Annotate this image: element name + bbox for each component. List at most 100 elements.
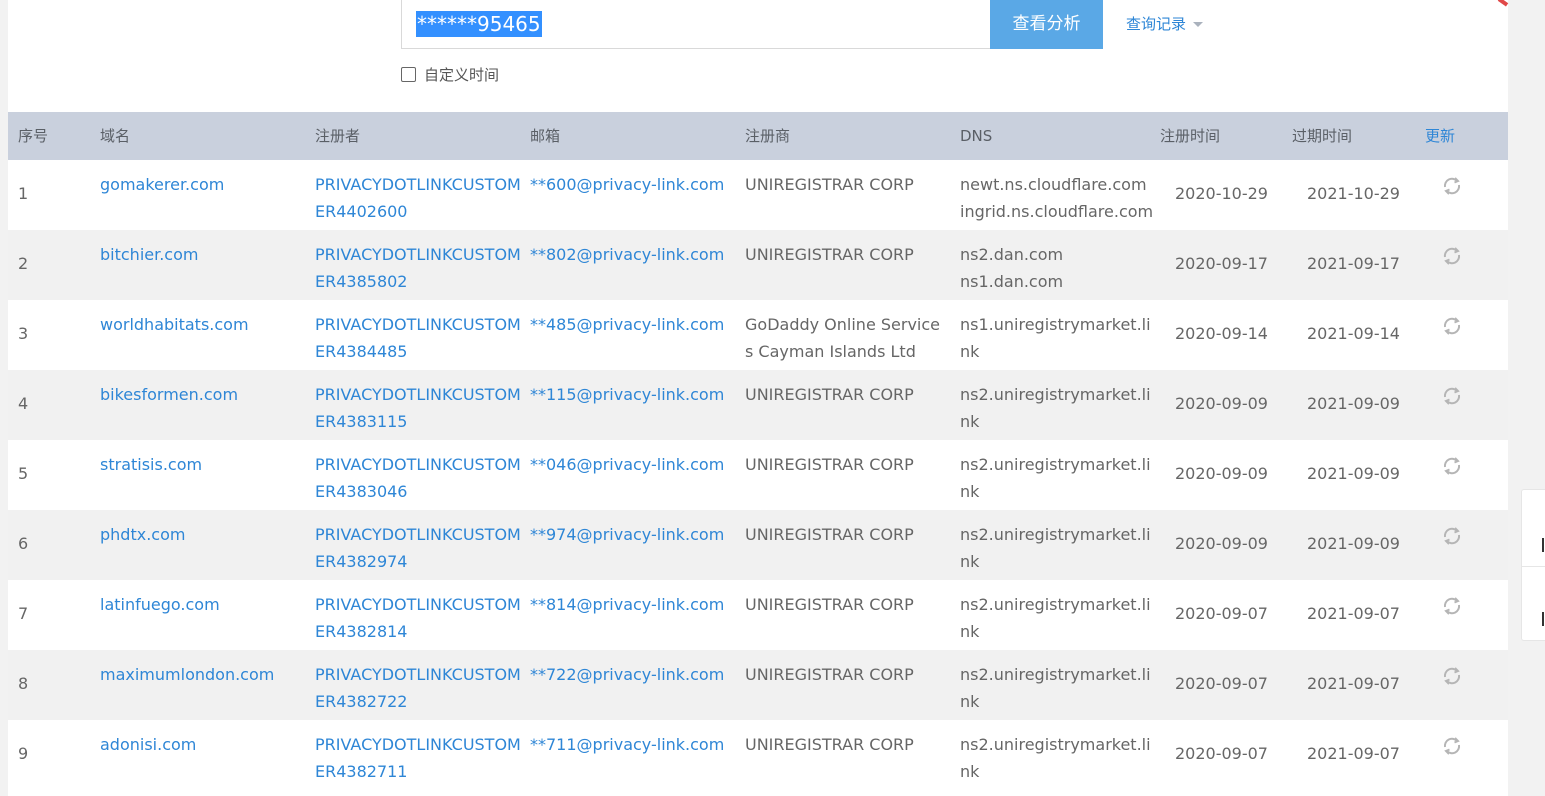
domain-link[interactable]: bitchier.com [100, 241, 198, 268]
row-index: 9 [18, 744, 29, 763]
dns-list: ns1.uniregistrymarket.link [960, 311, 1160, 365]
domain-link[interactable]: worldhabitats.com [100, 311, 249, 338]
row-index: 2 [18, 254, 29, 273]
side-tab-glyph-bottom [1542, 612, 1544, 626]
registrant-link[interactable]: PRIVACYDOTLINKCUSTOMER4382974 [315, 521, 525, 575]
created-date: 2020-09-09 [1175, 534, 1268, 553]
created-date: 2020-10-29 [1175, 184, 1268, 203]
dns-server: ns2.dan.com [960, 245, 1064, 264]
registrant-link[interactable]: PRIVACYDOTLINKCUSTOMER4382711 [315, 731, 525, 785]
custom-time-label: 自定义时间 [424, 66, 500, 84]
search-input-value[interactable]: ******95465 [416, 11, 542, 37]
registrant-link[interactable]: PRIVACYDOTLINKCUSTOMER4383046 [315, 451, 525, 505]
caret-down-icon[interactable] [1192, 22, 1203, 27]
refresh-icon[interactable] [1440, 244, 1464, 268]
refresh-icon[interactable] [1440, 664, 1464, 688]
row-index: 5 [18, 464, 29, 483]
dns-server: ns2.uniregistrymarket.link [960, 385, 1151, 431]
email-link[interactable]: **974@privacy-link.com [530, 521, 724, 548]
refresh-icon[interactable] [1440, 174, 1464, 198]
table-row: 5 stratisis.com PRIVACYDOTLINKCUSTOMER4383… [8, 440, 1508, 510]
row-index: 7 [18, 604, 29, 623]
dns-server: ns2.uniregistrymarket.link [960, 665, 1151, 711]
table-row: 8 maximumlondon.com PRIVACYDOTLINKCUSTOMER… [8, 650, 1508, 720]
table-header: 序号 域名 注册者 邮箱 注册商 DNS 注册时间 过期时间 更新 [8, 112, 1508, 160]
domain-link[interactable]: maximumlondon.com [100, 661, 274, 688]
header-email: 邮箱 [530, 127, 561, 145]
dns-server: ns1.uniregistrymarket.link [960, 315, 1151, 361]
header-domain: 域名 [100, 127, 131, 145]
query-history-dropdown[interactable]: 查询记录 [1126, 13, 1203, 34]
registrant-link[interactable]: PRIVACYDOTLINKCUSTOMER4383115 [315, 381, 525, 435]
refresh-icon[interactable] [1440, 454, 1464, 478]
dns-list: ns2.uniregistrymarket.link [960, 731, 1160, 785]
row-index: 6 [18, 534, 29, 553]
domain-link[interactable]: gomakerer.com [100, 171, 224, 198]
registrar-name: GoDaddy Online Services Cayman Islands L… [745, 315, 941, 361]
email-link[interactable]: **046@privacy-link.com [530, 451, 724, 478]
header-dns: DNS [960, 127, 993, 145]
expires-date: 2021-10-29 [1307, 184, 1400, 203]
dns-list: ns2.dan.com ns1.dan.com [960, 241, 1160, 295]
domain-link[interactable]: adonisi.com [100, 731, 196, 758]
table-row: 6 phdtx.com PRIVACYDOTLINKCUSTOMER4382974 *… [8, 510, 1508, 580]
expires-date: 2021-09-07 [1307, 674, 1400, 693]
checkbox-box[interactable] [401, 67, 416, 82]
header-update[interactable]: 更新 [1425, 112, 1455, 160]
refresh-icon[interactable] [1440, 734, 1464, 758]
refresh-icon[interactable] [1440, 314, 1464, 338]
created-date: 2020-09-07 [1175, 674, 1268, 693]
header-index: 序号 [18, 127, 49, 145]
email-link[interactable]: **722@privacy-link.com [530, 661, 724, 688]
created-date: 2020-09-07 [1175, 604, 1268, 623]
registrant-link[interactable]: PRIVACYDOTLINKCUSTOMER4385802 [315, 241, 525, 295]
expires-date: 2021-09-14 [1307, 324, 1400, 343]
domain-link[interactable]: bikesformen.com [100, 381, 238, 408]
email-link[interactable]: **485@privacy-link.com [530, 311, 724, 338]
table-row: 1 gomakerer.com PRIVACYDOTLINKCUSTOMER4402… [8, 160, 1508, 230]
email-link[interactable]: **115@privacy-link.com [530, 381, 724, 408]
expires-date: 2021-09-07 [1307, 604, 1400, 623]
header-created: 注册时间 [1160, 127, 1221, 145]
dns-list: newt.ns.cloudflare.com ingrid.ns.cloudfla… [960, 171, 1160, 225]
query-history-label[interactable]: 查询记录 [1126, 15, 1186, 33]
refresh-icon[interactable] [1440, 384, 1464, 408]
created-date: 2020-09-07 [1175, 744, 1268, 763]
email-link[interactable]: **600@privacy-link.com [530, 171, 724, 198]
registrar-name: UNIREGISTRAR CORP [745, 735, 914, 754]
expires-date: 2021-09-17 [1307, 254, 1400, 273]
registrant-link[interactable]: PRIVACYDOTLINKCUSTOMER4402600 [315, 171, 525, 225]
row-index: 3 [18, 324, 29, 343]
dns-list: ns2.uniregistrymarket.link [960, 661, 1160, 715]
dns-server: ns1.dan.com [960, 272, 1064, 291]
domain-link[interactable]: phdtx.com [100, 521, 185, 548]
registrar-name: UNIREGISTRAR CORP [745, 595, 914, 614]
side-tab-divider [1522, 566, 1545, 567]
dns-server: ns2.uniregistrymarket.link [960, 455, 1151, 501]
registrant-link[interactable]: PRIVACYDOTLINKCUSTOMER4384485 [315, 311, 525, 365]
created-date: 2020-09-09 [1175, 464, 1268, 483]
expires-date: 2021-09-09 [1307, 534, 1400, 553]
registrar-name: UNIREGISTRAR CORP [745, 665, 914, 684]
registrar-name: UNIREGISTRAR CORP [745, 245, 914, 264]
refresh-icon[interactable] [1440, 524, 1464, 548]
view-analysis-button[interactable]: 查看分析 [990, 0, 1103, 49]
dns-server: newt.ns.cloudflare.com [960, 175, 1147, 194]
expires-date: 2021-09-07 [1307, 744, 1400, 763]
domain-link[interactable]: latinfuego.com [100, 591, 220, 618]
dns-list: ns2.uniregistrymarket.link [960, 521, 1160, 575]
side-floating-tab[interactable] [1521, 489, 1545, 641]
email-link[interactable]: **814@privacy-link.com [530, 591, 724, 618]
table-row: 7 latinfuego.com PRIVACYDOTLINKCUSTOMER438… [8, 580, 1508, 650]
email-link[interactable]: **711@privacy-link.com [530, 731, 724, 758]
registrant-link[interactable]: PRIVACYDOTLINKCUSTOMER4382814 [315, 591, 525, 645]
registrant-link[interactable]: PRIVACYDOTLINKCUSTOMER4382722 [315, 661, 525, 715]
refresh-icon[interactable] [1440, 594, 1464, 618]
email-link[interactable]: **802@privacy-link.com [530, 241, 724, 268]
created-date: 2020-09-17 [1175, 254, 1268, 273]
registrar-name: UNIREGISTRAR CORP [745, 175, 914, 194]
search-input[interactable]: ******95465 [401, 0, 991, 49]
domain-link[interactable]: stratisis.com [100, 451, 202, 478]
custom-time-checkbox[interactable]: 自定义时间 [401, 64, 499, 85]
row-index: 4 [18, 394, 29, 413]
